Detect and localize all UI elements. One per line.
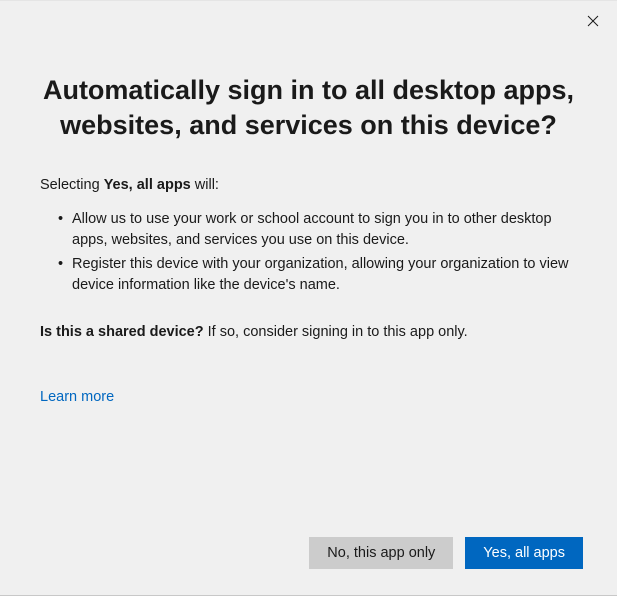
intro-prefix: Selecting xyxy=(40,177,104,193)
bullet-item: Register this device with your organizat… xyxy=(58,254,577,296)
bullet-item: Allow us to use your work or school acco… xyxy=(58,209,577,251)
bullet-list: Allow us to use your work or school acco… xyxy=(40,209,577,296)
shared-device-text: Is this a shared device? If so, consider… xyxy=(40,324,577,340)
intro-suffix: will: xyxy=(191,177,219,193)
button-row: No, this app only Yes, all apps xyxy=(309,537,583,569)
dialog-content: Automatically sign in to all desktop app… xyxy=(0,1,617,406)
learn-more-link[interactable]: Learn more xyxy=(40,389,114,405)
close-icon xyxy=(587,15,599,27)
no-this-app-only-button[interactable]: No, this app only xyxy=(309,537,453,569)
intro-text: Selecting Yes, all apps will: xyxy=(40,177,577,193)
yes-all-apps-button[interactable]: Yes, all apps xyxy=(465,537,583,569)
shared-bold: Is this a shared device? xyxy=(40,324,204,340)
intro-bold: Yes, all apps xyxy=(104,177,191,193)
close-button[interactable] xyxy=(583,11,603,31)
dialog-title: Automatically sign in to all desktop app… xyxy=(40,73,577,143)
signin-dialog: Automatically sign in to all desktop app… xyxy=(0,0,617,596)
shared-suffix: If so, consider signing in to this app o… xyxy=(204,324,468,340)
